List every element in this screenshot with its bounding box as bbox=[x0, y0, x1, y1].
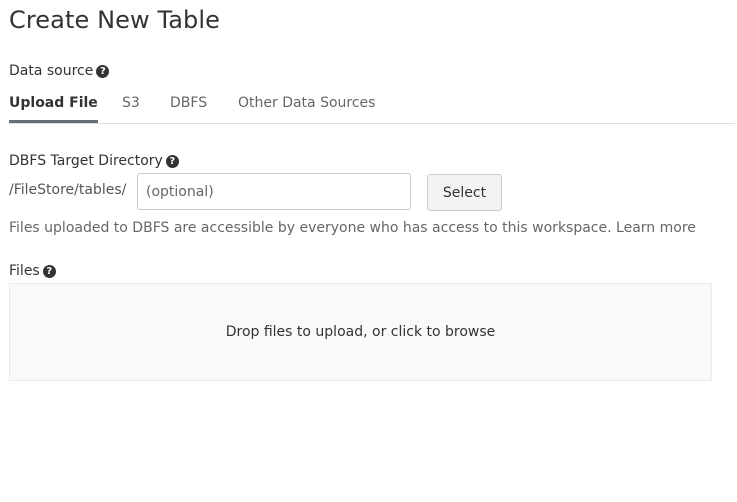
data-source-label: Data source bbox=[9, 63, 94, 79]
info-text: Files uploaded to DBFS are accessible by… bbox=[9, 220, 612, 236]
data-source-label-row: Data source? bbox=[9, 63, 110, 79]
tab-dbfs[interactable]: DBFS bbox=[170, 95, 207, 121]
files-label-row: Files? bbox=[9, 263, 56, 279]
select-button[interactable]: Select bbox=[427, 174, 502, 211]
tab-s3[interactable]: S3 bbox=[122, 95, 140, 121]
question-circle-icon[interactable]: ? bbox=[165, 155, 179, 168]
question-circle-icon[interactable]: ? bbox=[42, 265, 56, 278]
tab-other-data-sources[interactable]: Other Data Sources bbox=[238, 95, 375, 121]
info-text-row: Files uploaded to DBFS are accessible by… bbox=[9, 220, 696, 236]
dropzone-text: Drop files to upload, or click to browse bbox=[225, 324, 496, 340]
target-directory-label-row: DBFS Target Directory? bbox=[9, 153, 179, 169]
data-source-tabs: Upload File S3 DBFS Other Data Sources bbox=[9, 93, 735, 124]
question-circle-icon[interactable]: ? bbox=[96, 65, 110, 78]
tab-upload-file[interactable]: Upload File bbox=[9, 95, 98, 123]
files-label: Files bbox=[9, 263, 40, 279]
learn-more-link[interactable]: Learn more bbox=[616, 220, 696, 236]
page-title: Create New Table bbox=[9, 6, 221, 34]
file-dropzone[interactable]: Drop files to upload, or click to browse bbox=[9, 283, 712, 381]
target-directory-input[interactable] bbox=[137, 173, 411, 210]
target-directory-label: DBFS Target Directory bbox=[9, 153, 163, 169]
path-prefix: /FileStore/tables/ bbox=[9, 182, 127, 198]
